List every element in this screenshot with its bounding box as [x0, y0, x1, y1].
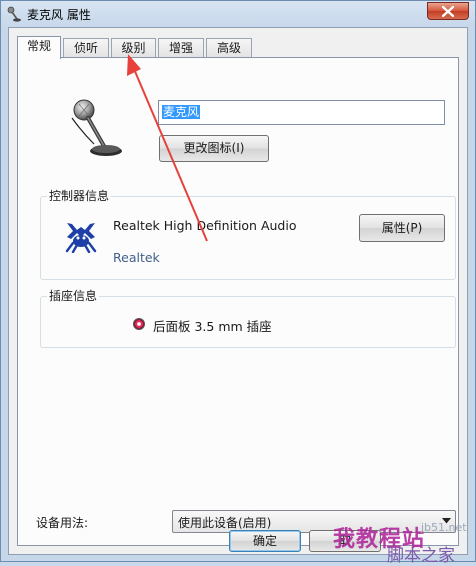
title-bar[interactable]: 麦克风 属性	[1, 1, 475, 27]
watermark-sub: 脚本之家	[387, 546, 455, 566]
jack-info-legend: 插座信息	[47, 289, 100, 303]
properties-window: 麦克风 属性 常规 侦听 级别 增强 高级 麦克风 更改图标(I) 控制器信息 …	[0, 0, 476, 566]
device-name-field[interactable]: 麦克风	[158, 100, 445, 125]
jack-color-indicator	[133, 318, 145, 330]
close-button[interactable]	[427, 2, 469, 20]
tab-advanced[interactable]: 高级	[206, 38, 252, 57]
controller-vendor: Realtek	[113, 250, 160, 265]
controller-info-legend: 控制器信息	[47, 189, 112, 203]
tab-levels[interactable]: 级别	[111, 38, 156, 57]
general-tab-panel: 麦克风 更改图标(I) 控制器信息 Realtek High Definitio…	[17, 57, 459, 546]
tab-listen[interactable]: 侦听	[63, 38, 109, 57]
window-title: 麦克风 属性	[27, 8, 91, 22]
device-usage-label: 设备用法:	[36, 516, 89, 530]
tab-general[interactable]: 常规	[17, 36, 61, 59]
dialog-body: 常规 侦听 级别 增强 高级 麦克风 更改图标(I) 控制器信息 Realtek…	[8, 27, 468, 555]
device-name-text: 麦克风	[162, 105, 201, 119]
realtek-crab-icon	[63, 219, 99, 254]
change-icon-button[interactable]: 更改图标(I)	[159, 135, 269, 162]
tab-enhancements[interactable]: 增强	[158, 38, 204, 57]
device-usage-value: 使用此设备(启用)	[178, 516, 272, 530]
microphone-icon	[68, 98, 126, 160]
properties-button[interactable]: 属性(P)	[359, 214, 445, 242]
jack-location: 后面板 3.5 mm 插座	[153, 319, 272, 334]
jack-info-group: 插座信息 后面板 3.5 mm 插座	[40, 289, 456, 348]
close-icon	[442, 6, 454, 17]
microphone-icon	[7, 6, 21, 22]
watermark-site: jb51.net	[421, 521, 467, 534]
controller-name: Realtek High Definition Audio	[113, 218, 297, 233]
controller-info-group: 控制器信息 Realtek High Definition Audio Real…	[40, 189, 456, 280]
ok-button[interactable]: 确定	[229, 530, 301, 552]
